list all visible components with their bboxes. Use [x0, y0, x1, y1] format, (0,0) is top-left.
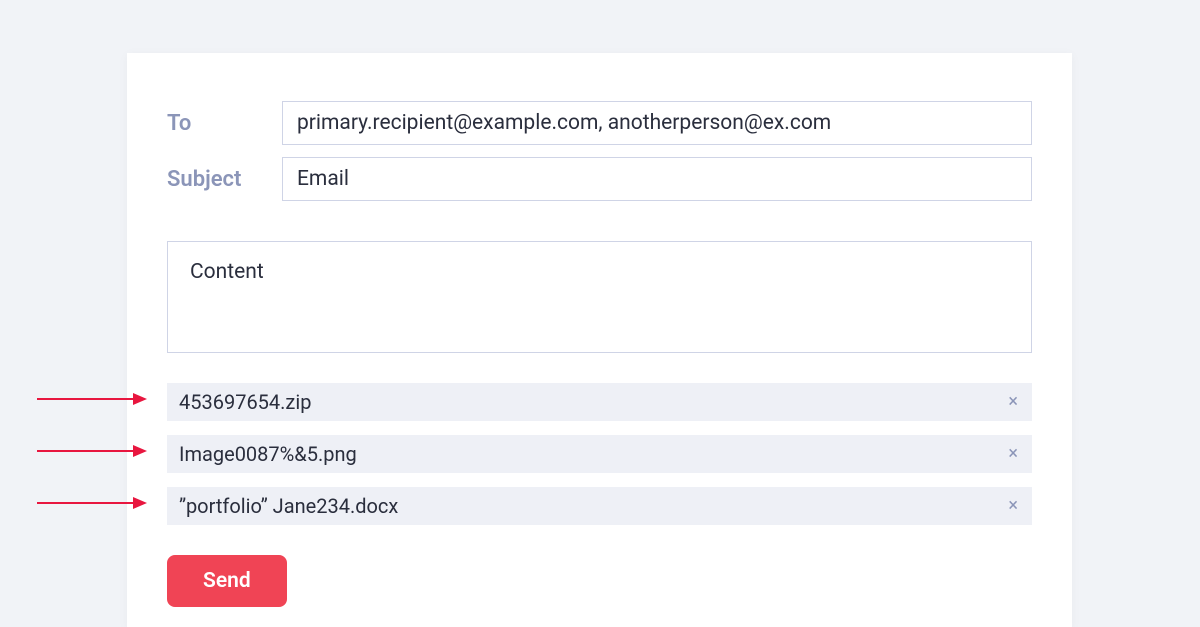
subject-row: Subject [167, 157, 1032, 201]
attachment-filename: Image0087%&5.png [179, 442, 357, 466]
subject-input[interactable] [282, 157, 1032, 201]
to-row: To [167, 101, 1032, 145]
close-icon[interactable]: × [1008, 393, 1018, 411]
attachment-filename: ”portfolio” Jane234.docx [179, 494, 398, 518]
content-row [167, 241, 1032, 357]
send-button[interactable]: Send [167, 555, 287, 607]
to-label: To [167, 111, 282, 136]
pointer-arrow-icon [37, 392, 137, 394]
close-icon[interactable]: × [1008, 445, 1018, 463]
close-icon[interactable]: × [1008, 497, 1018, 515]
attachment-filename: 453697654.zip [179, 390, 311, 414]
attachment-list: 453697654.zip × Image0087%&5.png × ”port… [167, 383, 1032, 525]
subject-label: Subject [167, 167, 282, 192]
pointer-arrow-icon [37, 496, 137, 498]
to-input[interactable] [282, 101, 1032, 145]
attachment-item: ”portfolio” Jane234.docx × [167, 487, 1032, 525]
content-textarea[interactable] [167, 241, 1032, 353]
pointer-arrow-icon [37, 444, 137, 446]
attachment-item: 453697654.zip × [167, 383, 1032, 421]
attachment-item: Image0087%&5.png × [167, 435, 1032, 473]
compose-form: To Subject 453697654.zip × Image0087%&5.… [127, 53, 1072, 627]
